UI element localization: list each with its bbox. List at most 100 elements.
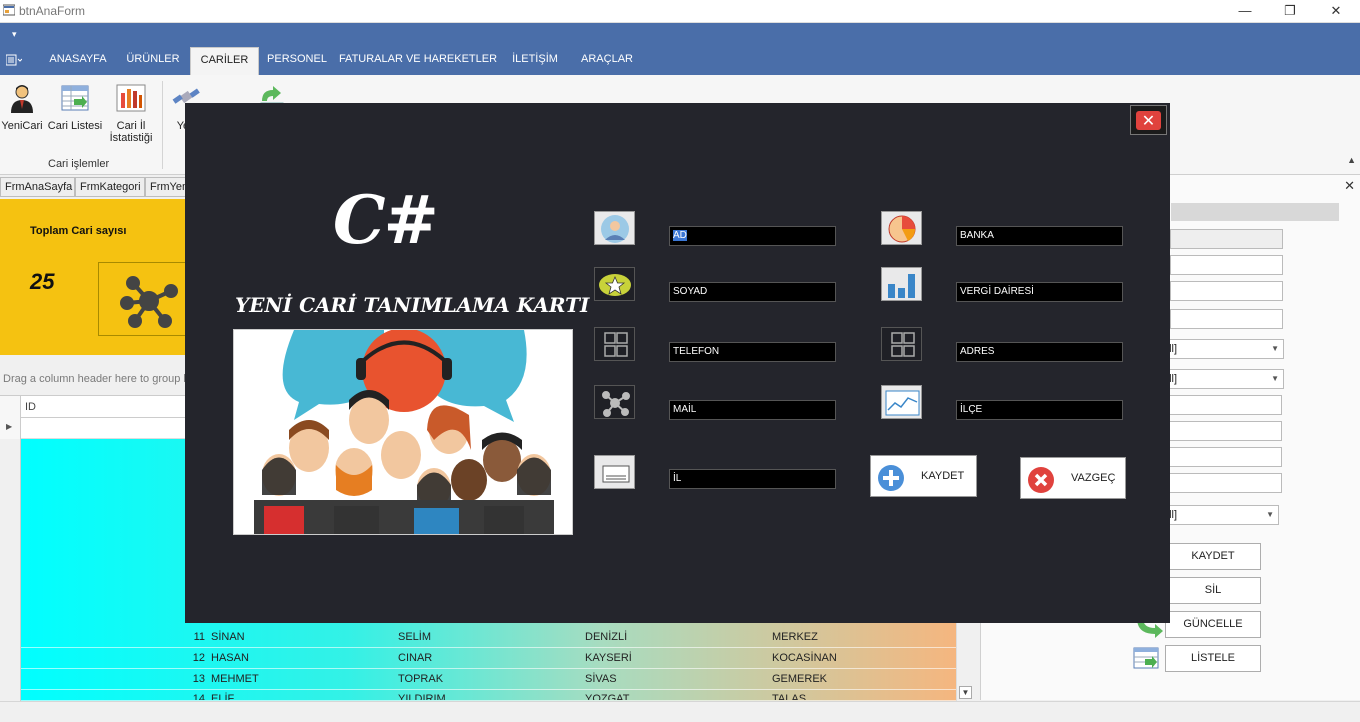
new-cari-label: YeniCari	[1, 120, 43, 132]
dialog-close-button[interactable]: ✕	[1130, 105, 1167, 135]
dialog-save-button[interactable]: KAYDET	[870, 455, 977, 497]
side-combo-1[interactable]: ull] ▼	[1160, 339, 1284, 359]
dialog-cancel-button[interactable]: VAZGEÇ	[1020, 457, 1126, 499]
side-field-ad[interactable]	[1170, 255, 1283, 275]
tab-iletisim[interactable]: İLETİŞİM	[504, 47, 566, 75]
dialog-heading: YENİ CARİ TANIMLAMA KARTI	[235, 293, 590, 317]
cari-count-value: 25	[30, 269, 55, 294]
tab-urunler[interactable]: ÜRÜNLER	[120, 47, 186, 75]
calculator-icon	[881, 327, 922, 361]
table-row[interactable]: 12 HASAN CINAR KAYSERİ KOCASİNAN	[21, 648, 956, 669]
tab-personel[interactable]: PERSONEL	[262, 47, 332, 75]
cell-soyad: TOPRAK	[398, 673, 444, 685]
side-panel-header	[1171, 203, 1339, 221]
cell-id: 13	[192, 673, 205, 685]
side-combo-3[interactable]: ull] ▼	[1160, 505, 1279, 525]
side-delete-button[interactable]: SİL	[1165, 577, 1261, 604]
chevron-down-icon: ▼	[1266, 510, 1274, 519]
app-menu-icon[interactable]	[5, 54, 23, 69]
scroll-down-icon[interactable]: ▼	[959, 686, 972, 699]
ad-field-text: AD	[673, 230, 687, 241]
ribbon-tabs: ANASAYFA ÜRÜNLER CARİLER PERSONEL FATURA…	[0, 47, 1360, 75]
network-icon	[120, 276, 178, 328]
calculator-icon	[594, 327, 635, 361]
soyad-field[interactable]: SOYAD	[669, 282, 836, 302]
quick-access-dropdown[interactable]: ▾	[12, 29, 17, 40]
tab-faturalar[interactable]: FATURALAR VE HAREKETLER	[338, 47, 498, 75]
table-row[interactable]: 11 SİNAN SELİM DENİZLİ MERKEZ	[21, 627, 956, 648]
cari-count-panel: Toplam Cari sayısı 25	[0, 199, 190, 355]
dialog-save-label: KAYDET	[921, 470, 965, 482]
tab-anasayfa[interactable]: ANASAYFA	[40, 47, 116, 75]
cell-ilce: KOCASİNAN	[772, 652, 837, 664]
cell-ad: MEHMET	[211, 673, 259, 685]
new-cari-button[interactable]: YeniCari	[0, 77, 44, 132]
restore-button[interactable]: ❐	[1280, 2, 1300, 20]
people-illustration	[233, 329, 573, 535]
cell-soyad: CINAR	[398, 652, 433, 664]
cancel-icon	[1028, 467, 1054, 493]
side-combo-2[interactable]: ull] ▼	[1160, 369, 1284, 389]
telefon-field[interactable]: TELEFON	[669, 342, 836, 362]
cell-id: 14	[192, 693, 205, 701]
il-field[interactable]: İL	[669, 469, 836, 489]
tab-araclar[interactable]: ARAÇLAR	[573, 47, 641, 75]
bar-stats-icon	[116, 84, 146, 112]
cell-ad: HASAN	[211, 652, 249, 664]
doctab-yeni[interactable]: FrmYen	[145, 177, 190, 197]
cell-il: SİVAS	[585, 673, 617, 685]
window-title-bar: btnAnaForm — ❐ ✕	[0, 0, 1360, 23]
doctab-kategori[interactable]: FrmKategori	[75, 177, 145, 197]
close-panel-icon[interactable]: ✕	[1344, 178, 1355, 194]
side-field-soyad[interactable]	[1170, 281, 1283, 301]
cari-list-label: Cari Listesi	[47, 120, 103, 132]
cell-id: 11	[193, 631, 205, 643]
side-field-banka[interactable]	[1168, 421, 1282, 441]
close-icon: ✕	[1136, 111, 1161, 130]
person-icon	[11, 85, 33, 113]
side-list-button[interactable]: LİSTELE	[1165, 645, 1261, 672]
ribbon-group-separator	[162, 81, 163, 169]
ilce-field[interactable]: İLÇE	[956, 400, 1123, 420]
cari-stats-button[interactable]: Cari İl İstatistiği	[104, 77, 158, 144]
cell-il: KAYSERİ	[585, 652, 632, 664]
side-field-mail[interactable]	[1168, 395, 1282, 415]
table-list-icon	[61, 85, 89, 111]
close-window-button[interactable]: ✕	[1326, 2, 1346, 20]
document-tabs: FrmAnaSayfa FrmKategori FrmYen	[0, 177, 200, 197]
status-bar	[0, 701, 1360, 722]
side-field-id[interactable]	[1170, 229, 1283, 249]
adres-field[interactable]: ADRES	[956, 342, 1123, 362]
grid-header-corner	[0, 396, 21, 418]
list-icon	[1133, 647, 1159, 669]
plus-icon	[878, 465, 904, 491]
cari-stats-label: Cari İl İstatistiği	[109, 120, 153, 144]
side-save-button[interactable]: KAYDET	[1165, 543, 1261, 570]
side-field-vergi[interactable]	[1168, 447, 1282, 467]
vergi-dairesi-field[interactable]: VERGİ DAİRESİ	[956, 282, 1123, 302]
doctab-anasayfa[interactable]: FrmAnaSayfa	[0, 177, 75, 197]
cell-ilce: MERKEZ	[772, 631, 818, 643]
cari-list-button[interactable]: Cari Listesi	[46, 77, 104, 132]
avatar-icon	[594, 211, 635, 245]
network-icon	[594, 385, 635, 419]
cell-il: YOZGAT	[585, 693, 630, 701]
table-row[interactable]: 14 ELİF YILDIRIM YOZGAT TALAS	[21, 690, 956, 701]
mail-field[interactable]: MAİL	[669, 400, 836, 420]
star-icon	[594, 267, 635, 301]
side-field-telefon[interactable]	[1170, 309, 1283, 329]
pie-chart-icon	[881, 211, 922, 245]
ribbon-collapse-icon[interactable]: ▲	[1347, 155, 1356, 165]
tab-cariler[interactable]: CARİLER	[190, 47, 259, 75]
ad-field[interactable]: AD	[669, 226, 836, 246]
chevron-down-icon: ▼	[1271, 344, 1279, 353]
table-row[interactable]: 13 MEHMET TOPRAK SİVAS GEMEREK	[21, 669, 956, 690]
ribbon-group-caption: Cari işlemler	[48, 158, 110, 170]
csharp-logo: C#	[333, 181, 439, 259]
side-update-button[interactable]: GÜNCELLE	[1165, 611, 1261, 638]
minimize-button[interactable]: —	[1235, 2, 1255, 20]
banka-field[interactable]: BANKA	[956, 226, 1123, 246]
side-field-adres[interactable]	[1168, 473, 1282, 493]
column-header-id[interactable]: ID	[25, 401, 36, 413]
row-indicator-icon: ▶	[6, 422, 13, 431]
